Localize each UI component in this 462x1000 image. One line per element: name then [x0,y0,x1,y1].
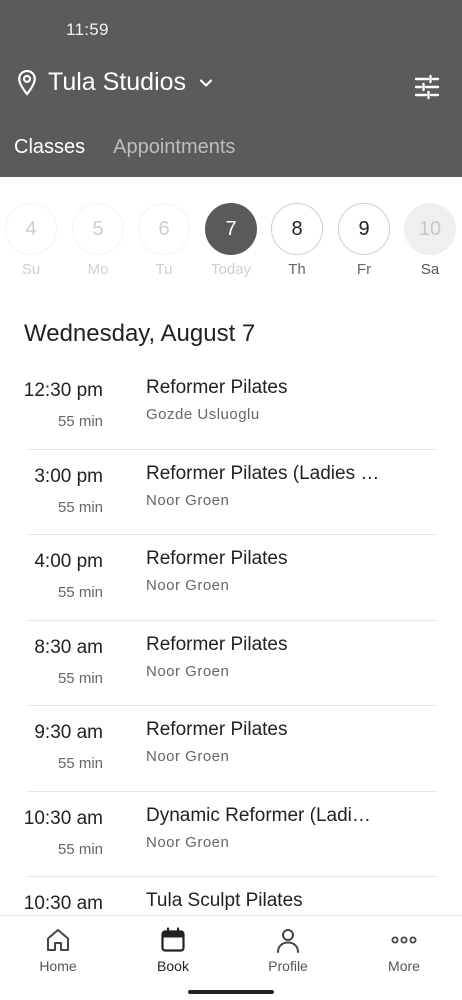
class-name: Reformer Pilates [146,548,288,569]
class-duration: 55 min [57,584,103,601]
studio-name: Tula Studios [48,68,187,96]
class-list: 12:30 pm 55 min Reformer Pilates Gozde U… [0,363,462,915]
class-row[interactable]: 10:30 am Tula Sculpt Pilates [0,876,462,915]
class-name: Reformer Pilates (Ladies … [146,462,380,484]
class-row[interactable]: 3:00 pm 55 min Reformer Pilates (Ladies … [0,448,462,535]
class-time: 4:00 pm [34,551,103,572]
class-name: Reformer Pilates [146,633,288,655]
nav-label: Book [157,958,189,974]
day-number: 9 [338,203,390,255]
class-row[interactable]: 8:30 am 55 min Reformer Pilates Noor Gro… [0,619,462,706]
class-duration: 55 min [57,498,103,516]
nav-label: Home [39,958,77,974]
day-sunday[interactable]: 4 Su [5,203,57,278]
day-label: Sa [420,261,440,278]
class-time: 8:30 am [34,636,103,658]
nav-label: Profile [268,958,308,974]
calendar-icon [161,927,185,952]
day-number: 10 [404,203,456,255]
home-indicator [188,990,274,994]
class-name: Dynamic Reformer (Ladi… [146,804,371,826]
day-monday[interactable]: 5 Mo [72,203,124,278]
class-duration: 55 min [57,413,103,430]
class-instructor: Gozde Usluoglu [146,406,260,423]
day-number: 7 [205,203,257,255]
class-time: 10:30 am [23,807,103,829]
class-time: 10:30 am [23,893,103,914]
day-label: Su [21,261,41,278]
date-heading: Wednesday, August 7 [24,320,256,347]
class-instructor: Noor Groen [146,662,230,680]
class-duration: 55 min [57,840,103,858]
nav-profile[interactable]: Profile [243,926,333,974]
class-name: Reformer Pilates [146,377,288,398]
day-number: 5 [72,203,124,255]
day-label: Today [210,261,252,278]
class-instructor: Noor Groen [146,577,230,594]
home-icon [47,929,69,951]
class-name: Reformer Pilates [146,719,288,740]
class-time: 3:00 pm [34,465,103,487]
day-number: 8 [271,203,323,255]
tab-appointments[interactable]: Appointments [113,136,235,159]
day-saturday[interactable]: 10 Sa [404,203,456,278]
class-duration: 55 min [57,669,103,687]
class-row[interactable]: 12:30 pm 55 min Reformer Pilates Gozde U… [0,363,462,449]
day-friday[interactable]: 9 Fr [338,203,390,278]
class-row[interactable]: 9:30 am 55 min Reformer Pilates Noor Gro… [0,705,462,791]
class-time: 9:30 am [34,722,103,743]
class-instructor: Noor Groen [146,833,230,851]
nav-label: More [388,958,420,974]
tab-classes[interactable]: Classes [14,136,85,159]
class-instructor: Noor Groen [146,491,230,509]
day-label: Mo [87,261,109,278]
more-icon [391,936,417,944]
studio-selector[interactable]: Tula Studios [16,68,214,97]
profile-icon [277,929,299,953]
day-tuesday[interactable]: 6 Tu [138,203,190,278]
chevron-down-icon [199,78,213,87]
day-number: 6 [138,203,190,255]
bottom-nav: Home Book Profile More [0,915,462,1000]
class-instructor: Noor Groen [146,748,230,765]
nav-home[interactable]: Home [13,926,103,974]
day-label: Tu [155,261,173,278]
day-thursday[interactable]: 8 Th [271,203,323,278]
class-duration: 55 min [57,755,103,772]
day-number: 4 [5,203,57,255]
class-time: 12:30 pm [23,380,103,401]
day-label: Fr [356,261,372,278]
day-today[interactable]: 7 Today [205,203,257,278]
status-bar-time: 11:59 [66,20,109,39]
map-pin-icon [18,69,36,96]
day-picker: 4 Su 5 Mo 6 Tu 7 Today 8 Th 9 Fr 10 Sa [0,203,462,283]
nav-book[interactable]: Book [128,926,218,974]
class-row[interactable]: 10:30 am 55 min Dynamic Reformer (Ladi… … [0,790,462,877]
app-header: 11:59 Tula Studios Classes Appointments [0,0,462,177]
tab-bar: Classes Appointments [14,136,235,159]
nav-more[interactable]: More [359,926,449,974]
sliders-icon[interactable] [414,74,440,100]
class-name: Tula Sculpt Pilates [146,890,303,911]
class-row[interactable]: 4:00 pm 55 min Reformer Pilates Noor Gro… [0,534,462,620]
day-label: Th [288,261,306,278]
